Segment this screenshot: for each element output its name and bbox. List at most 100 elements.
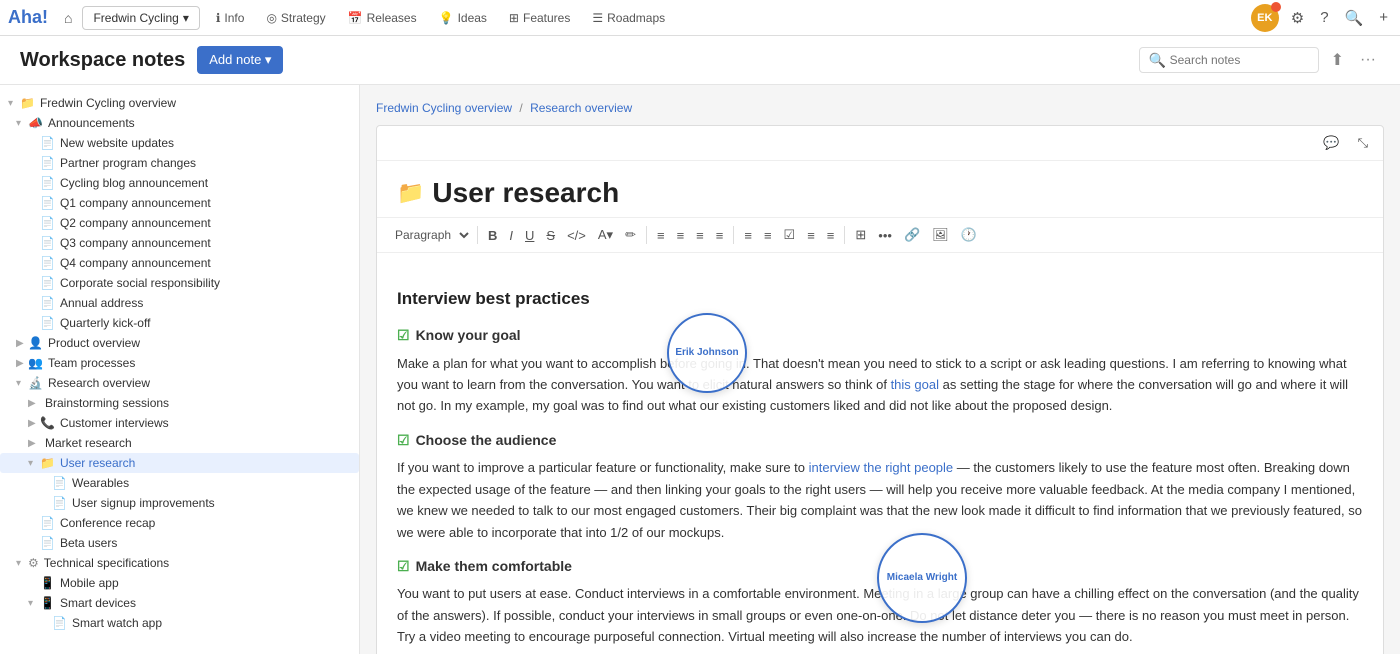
expand-button[interactable]: ⤡	[1353, 132, 1373, 154]
share-button[interactable]: ⬆	[1327, 46, 1348, 74]
folder-icon: 📁	[20, 96, 35, 110]
sidebar-item-team-processes[interactable]: ▶ 👥 Team processes	[0, 353, 359, 373]
sidebar-item-q2-announcement[interactable]: 📄 Q2 company announcement	[0, 213, 359, 233]
outdent-button[interactable]: ≡	[822, 225, 840, 246]
editor-body[interactable]: Erik Johnson Micaela Wright Interview be…	[377, 253, 1383, 654]
sidebar-item-beta-users[interactable]: 📄 Beta users	[0, 533, 359, 553]
toggle-icon: ▾	[16, 558, 28, 569]
sidebar-item-customer-interviews[interactable]: ▶ 📞 Customer interviews	[0, 413, 359, 433]
search-button[interactable]: 🔍	[1341, 5, 1368, 31]
sidebar-item-user-signup[interactable]: 📄 User signup improvements	[0, 493, 359, 513]
doc-icon: 📄	[40, 536, 55, 550]
paragraph-style-select[interactable]: Paragraph Heading 1 Heading 2	[387, 225, 472, 245]
sidebar-item-market-research[interactable]: ▶ Market research	[0, 433, 359, 453]
home-button[interactable]: ⌂	[56, 6, 80, 30]
nav-features[interactable]: ⊞ Features	[499, 7, 580, 29]
sidebar-item-smart-devices[interactable]: ▾ 📱 Smart devices	[0, 593, 359, 613]
workspace-selector[interactable]: Fredwin Cycling ▾	[82, 6, 199, 30]
align-left-button[interactable]: ≡	[652, 225, 670, 246]
bullet-list-button[interactable]: ≡	[739, 225, 757, 246]
highlight-button[interactable]: ✏	[620, 224, 641, 246]
sidebar-item-announcements[interactable]: ▾ 📣 Announcements	[0, 113, 359, 133]
more-formatting-button[interactable]: •••	[873, 225, 897, 246]
person-icon: 👤	[28, 336, 43, 350]
sidebar-item-q1-announcement[interactable]: 📄 Q1 company announcement	[0, 193, 359, 213]
chevron-down-icon: ▾	[183, 11, 189, 25]
app-logo: Aha!	[8, 7, 48, 28]
nav-right-actions: EK ⚙ ? 🔍 +	[1251, 4, 1392, 32]
sidebar-item-q4-announcement[interactable]: 📄 Q4 company announcement	[0, 253, 359, 273]
sidebar-item-product-overview[interactable]: ▶ 👤 Product overview	[0, 333, 359, 353]
strikethrough-button[interactable]: S	[541, 225, 560, 246]
sidebar-item-conference-recap[interactable]: 📄 Conference recap	[0, 513, 359, 533]
align-right-button[interactable]: ≡	[691, 225, 709, 246]
more-options-button[interactable]: ···	[1356, 46, 1380, 74]
sidebar-item-q3-announcement[interactable]: 📄 Q3 company announcement	[0, 233, 359, 253]
toggle-icon: ▾	[16, 118, 28, 129]
doc-icon: 📄	[52, 496, 67, 510]
doc-icon: 📄	[40, 316, 55, 330]
sidebar-item-quarterly-kickoff[interactable]: 📄 Quarterly kick-off	[0, 313, 359, 333]
this-goal-link[interactable]: this goal	[891, 377, 939, 392]
image-button[interactable]: 🖼	[927, 224, 954, 246]
breadcrumb-link-research[interactable]: Research overview	[530, 101, 632, 115]
nav-info[interactable]: ℹ Info	[206, 7, 255, 29]
separator	[844, 226, 845, 244]
align-center-button[interactable]: ≡	[672, 225, 690, 246]
phone-icon: 📞	[40, 416, 55, 430]
doc-icon: 📄	[40, 516, 55, 530]
sidebar-item-technical-specs[interactable]: ▾ ⚙ Technical specifications	[0, 553, 359, 573]
table-button[interactable]: ⊞	[850, 224, 871, 246]
help-button[interactable]: ?	[1316, 5, 1332, 30]
choose-audience-text: If you want to improve a particular feat…	[397, 457, 1363, 543]
link-button[interactable]: 🔗	[899, 224, 925, 246]
interview-right-people-link[interactable]: interview the right people	[809, 460, 954, 475]
know-your-goal-text: Make a plan for what you want to accompl…	[397, 353, 1363, 417]
doc-icon: 📄	[40, 176, 55, 190]
indent-button[interactable]: ≡	[802, 225, 820, 246]
sidebar-item-annual-address[interactable]: 📄 Annual address	[0, 293, 359, 313]
comment-button[interactable]: 💬	[1318, 132, 1344, 154]
justify-button[interactable]: ≡	[711, 225, 729, 246]
sidebar-item-fredwin-cycling[interactable]: ▾ 📁 Fredwin Cycling overview	[0, 93, 359, 113]
ordered-list-button[interactable]: ≡	[759, 225, 777, 246]
doc-icon: 📄	[40, 276, 55, 290]
text-color-button[interactable]: A▾	[593, 224, 618, 246]
avatar[interactable]: EK	[1251, 4, 1279, 32]
nav-roadmaps[interactable]: ☰ Roadmaps	[582, 7, 675, 29]
sidebar-item-wearables[interactable]: 📄 Wearables	[0, 473, 359, 493]
add-note-button[interactable]: Add note ▾	[197, 46, 283, 74]
settings-button[interactable]: ⚙	[1287, 5, 1308, 31]
sidebar-item-research-overview[interactable]: ▾ 🔬 Research overview	[0, 373, 359, 393]
sidebar-item-mobile-app[interactable]: 📱 Mobile app	[0, 573, 359, 593]
sidebar-item-cycling-blog[interactable]: 📄 Cycling blog announcement	[0, 173, 359, 193]
strategy-icon: ◎	[266, 11, 276, 25]
nav-ideas[interactable]: 💡 Ideas	[429, 7, 497, 29]
bold-button[interactable]: B	[483, 225, 502, 246]
checkbox-icon: ☑	[397, 324, 410, 346]
sidebar-item-brainstorming[interactable]: ▶ Brainstorming sessions	[0, 393, 359, 413]
nav-strategy[interactable]: ◎ Strategy	[256, 7, 335, 29]
breadcrumb-link-cycling[interactable]: Fredwin Cycling overview	[376, 101, 512, 115]
code-button[interactable]: </>	[562, 225, 591, 246]
note-title-text[interactable]: User research	[432, 177, 619, 209]
sidebar-item-user-research[interactable]: ▾ 📁 User research	[0, 453, 359, 473]
separator	[477, 226, 478, 244]
sidebar-item-new-website[interactable]: 📄 New website updates	[0, 133, 359, 153]
nav-releases[interactable]: 📅 Releases	[338, 7, 427, 29]
sidebar-item-partner-program[interactable]: 📄 Partner program changes	[0, 153, 359, 173]
sidebar-item-corporate-social[interactable]: 📄 Corporate social responsibility	[0, 273, 359, 293]
team-icon: 👥	[28, 356, 43, 370]
page-layout: Workspace notes Add note ▾ 🔍 ⬆ ··· ▾ 📁 F…	[0, 36, 1400, 654]
italic-button[interactable]: I	[504, 225, 518, 246]
toggle-icon: ▾	[8, 98, 20, 109]
folder-icon: 📁	[397, 180, 424, 206]
underline-button[interactable]: U	[520, 225, 539, 246]
checklist-button[interactable]: ☑	[779, 224, 801, 246]
timestamp-button[interactable]: 🕐	[956, 224, 982, 246]
doc-icon: 📄	[40, 196, 55, 210]
page-title: Workspace notes	[20, 49, 185, 72]
doc-icon: 📄	[52, 616, 67, 630]
sidebar-item-smart-watch[interactable]: 📄 Smart watch app	[0, 613, 359, 633]
add-button[interactable]: +	[1375, 5, 1392, 30]
